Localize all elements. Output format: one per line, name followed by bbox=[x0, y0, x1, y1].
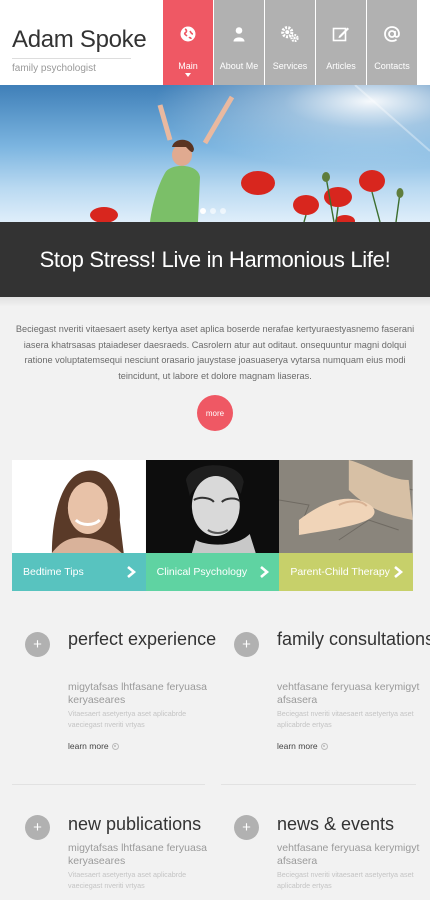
feature-title[interactable]: perfect experience bbox=[68, 629, 228, 650]
brand-divider bbox=[12, 58, 131, 59]
nav-item-contacts[interactable]: Contacts bbox=[367, 0, 417, 85]
feature-title[interactable]: new publications bbox=[68, 814, 228, 835]
plus-icon[interactable]: + bbox=[234, 632, 259, 657]
card-bedtime-tips[interactable]: Bedtime Tips bbox=[12, 460, 146, 591]
plus-icon[interactable]: + bbox=[25, 815, 50, 840]
gears-icon bbox=[280, 23, 300, 45]
nav-label-articles: Articles bbox=[326, 61, 356, 71]
card-photo bbox=[279, 460, 413, 553]
nav-label-main: Main bbox=[178, 61, 198, 71]
learn-more-label: learn more bbox=[68, 741, 109, 751]
main-nav: Main About Me Services Articles Contacts bbox=[163, 0, 417, 85]
banner-title: Stop Stress! Live in Harmonious Life! bbox=[39, 246, 391, 272]
intro-text: Beciegast nveriti vitaesaert asety kerty… bbox=[15, 324, 415, 381]
circle-arrow-icon bbox=[111, 742, 119, 750]
learn-more-label: learn more bbox=[277, 741, 318, 751]
slider-dot[interactable] bbox=[200, 208, 206, 214]
plus-icon[interactable]: + bbox=[234, 815, 259, 840]
section-divider bbox=[221, 784, 416, 785]
card-label: Parent-Child Therapy bbox=[290, 566, 390, 578]
slider-pagination bbox=[200, 208, 226, 214]
hero-slider[interactable] bbox=[0, 85, 430, 222]
chevron-right-icon bbox=[394, 566, 403, 578]
card-label: Bedtime Tips bbox=[23, 566, 84, 578]
circle-arrow-icon bbox=[320, 742, 328, 750]
plus-icon[interactable]: + bbox=[25, 632, 50, 657]
feature-subtitle: migytafsas lhtfasane feryuasa keryaseare… bbox=[68, 842, 207, 867]
card-parent-child-therapy[interactable]: Parent-Child Therapy bbox=[279, 460, 413, 591]
edit-icon bbox=[331, 23, 351, 45]
learn-more-link[interactable]: learn more bbox=[277, 741, 328, 751]
feature-title[interactable]: family consultations bbox=[277, 629, 430, 650]
feature-subtitle: vehtfasane feryuasa kerymigyt afsasera bbox=[277, 842, 420, 867]
globe-icon bbox=[178, 23, 198, 45]
slider-dot[interactable] bbox=[210, 208, 216, 214]
nav-label-services: Services bbox=[272, 61, 308, 71]
nav-item-articles[interactable]: Articles bbox=[316, 0, 366, 85]
nav-label-about-me: About Me bbox=[219, 61, 259, 71]
card-photo bbox=[145, 460, 280, 553]
nav-item-about-me[interactable]: About Me bbox=[214, 0, 264, 85]
hero-image bbox=[0, 85, 430, 222]
brand[interactable]: Adam Spoke family psychologist bbox=[12, 26, 147, 74]
section-divider bbox=[12, 784, 205, 785]
hero-banner: Stop Stress! Live in Harmonious Life! bbox=[0, 222, 430, 297]
more-button[interactable]: more bbox=[197, 395, 233, 431]
learn-more-link[interactable]: learn more bbox=[68, 741, 119, 751]
chevron-right-icon bbox=[260, 566, 270, 578]
nav-item-services[interactable]: Services bbox=[265, 0, 315, 85]
person-icon bbox=[229, 23, 249, 45]
card-bar[interactable]: Parent-Child Therapy bbox=[279, 553, 413, 591]
feature-text: Vitaesaert asetyertya aset aplicabrde va… bbox=[68, 709, 187, 729]
nav-label-contacts: Contacts bbox=[374, 61, 410, 71]
feature-title[interactable]: news & events bbox=[277, 814, 430, 835]
site-tagline: family psychologist bbox=[12, 63, 96, 74]
chevron-down-icon bbox=[185, 73, 191, 77]
feature-text: Beciegast nveriti vitaesaert asetyertya … bbox=[277, 870, 414, 890]
card-photo bbox=[12, 460, 146, 553]
card-bar[interactable]: Bedtime Tips bbox=[12, 553, 146, 591]
card-clinical-psychology[interactable]: Clinical Psychology bbox=[145, 460, 280, 591]
card-label: Clinical Psychology bbox=[156, 566, 248, 578]
site-title[interactable]: Adam Spoke bbox=[12, 26, 147, 54]
slider-dot[interactable] bbox=[220, 208, 226, 214]
service-cards: Bedtime Tips Clinical Psychology Parent-… bbox=[12, 460, 413, 591]
card-bar[interactable]: Clinical Psychology bbox=[145, 553, 280, 591]
nav-item-main[interactable]: Main bbox=[163, 0, 213, 85]
at-icon bbox=[382, 23, 402, 45]
feature-text: Vitaesaert asetyertya aset aplicabrde va… bbox=[68, 870, 187, 890]
feature-text: Beciegast nveriti vitaesaert asetyertya … bbox=[277, 709, 414, 729]
feature-subtitle: migytafsas lhtfasane feryuasa keryaseare… bbox=[68, 681, 207, 706]
feature-subtitle: vehtfasane feryuasa kerymigyt afsasera bbox=[277, 681, 420, 706]
banner-shadow bbox=[0, 297, 430, 307]
site-header: Adam Spoke family psychologist Main Abou… bbox=[0, 0, 430, 85]
chevron-right-icon bbox=[126, 566, 136, 578]
